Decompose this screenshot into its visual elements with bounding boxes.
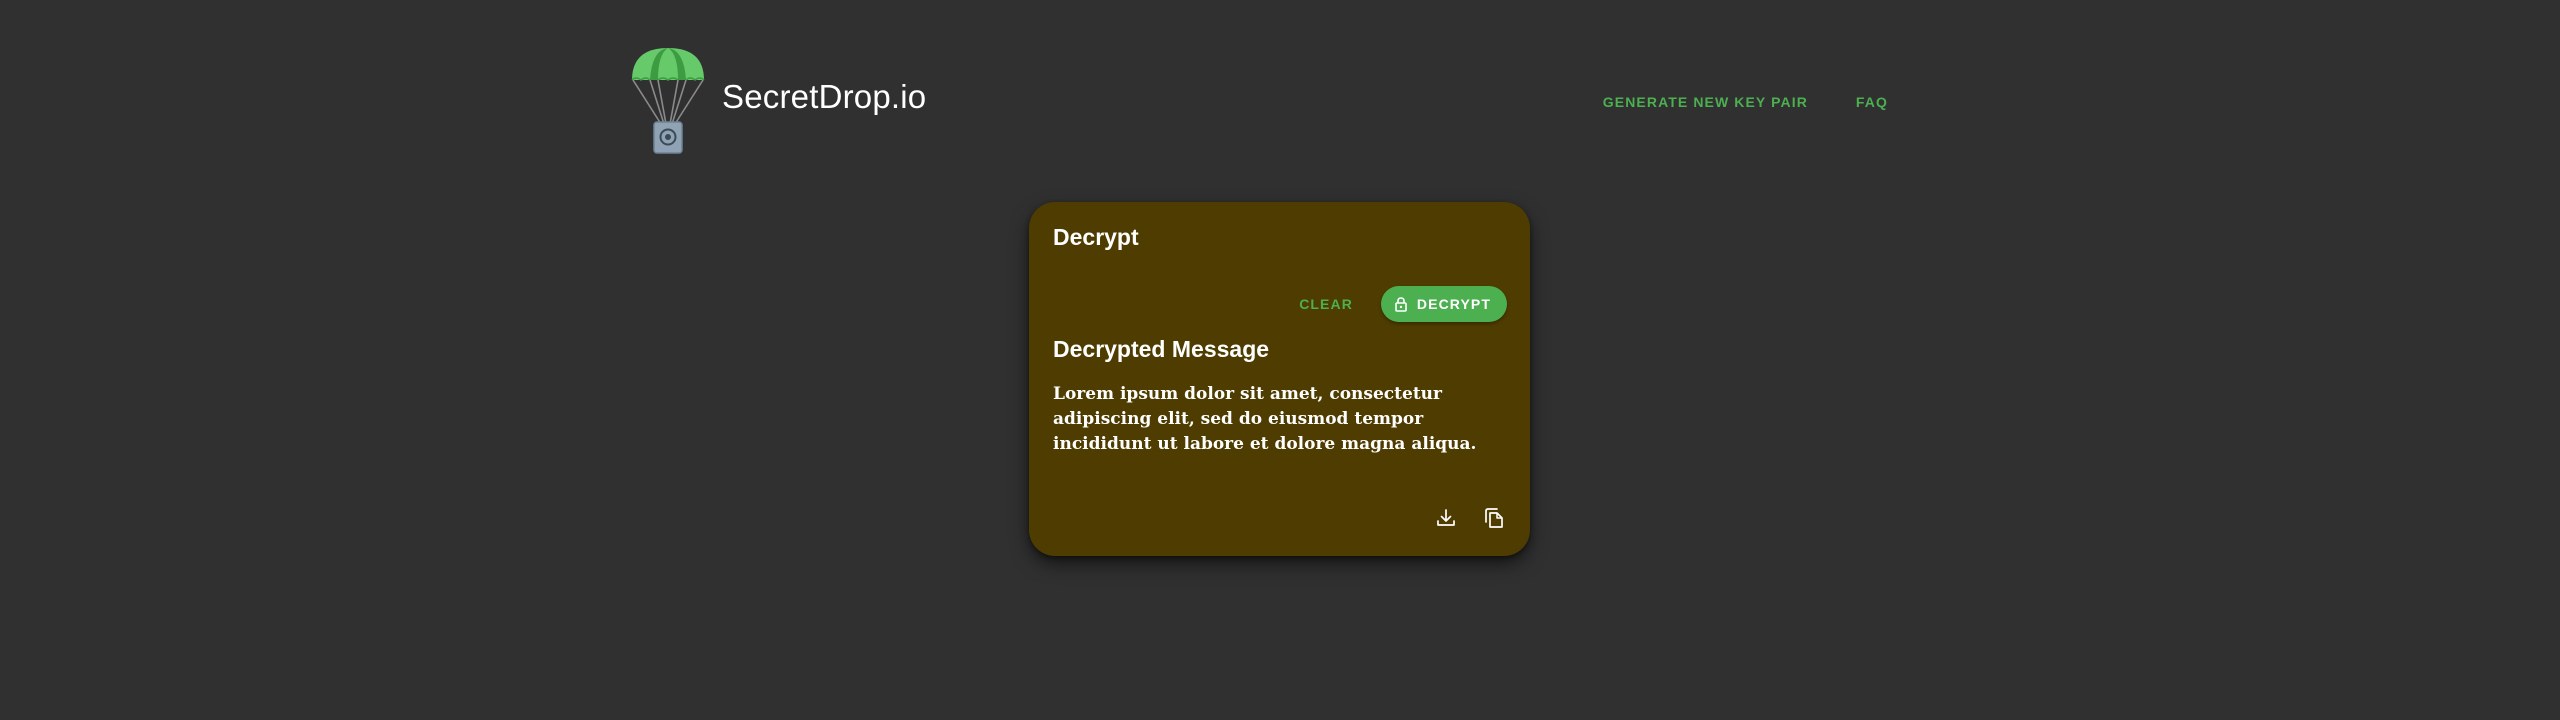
clear-button[interactable]: CLEAR xyxy=(1285,288,1367,320)
top-nav: GENERATE NEW KEY PAIR FAQ xyxy=(1567,44,1900,160)
download-icon[interactable] xyxy=(1434,506,1458,530)
nav-generate-key-pair[interactable]: GENERATE NEW KEY PAIR xyxy=(1591,86,1820,118)
decrypt-button[interactable]: DECRYPT xyxy=(1380,286,1507,322)
decrypt-card: Decrypt CLEAR DECRYPT Decrypted Message … xyxy=(1029,202,1530,556)
brand-name[interactable]: SecretDrop.io xyxy=(722,78,926,116)
header: SecretDrop.io GENERATE NEW KEY PAIR FAQ xyxy=(628,44,1900,160)
lock-icon xyxy=(1393,296,1409,312)
decrypted-message-title: Decrypted Message xyxy=(1053,336,1270,362)
card-title: Decrypt xyxy=(1053,224,1139,250)
card-actions: CLEAR DECRYPT xyxy=(1285,286,1507,322)
message-actions xyxy=(1410,506,1506,530)
app-root: SecretDrop.io GENERATE NEW KEY PAIR FAQ … xyxy=(0,0,2560,720)
copy-icon[interactable] xyxy=(1482,506,1506,530)
nav-faq[interactable]: FAQ xyxy=(1844,86,1900,118)
decrypted-message-text: Lorem ipsum dolor sit amet, consectetur … xyxy=(1053,384,1477,454)
parachute-icon[interactable] xyxy=(628,44,708,160)
decrypt-button-label: DECRYPT xyxy=(1416,296,1491,312)
